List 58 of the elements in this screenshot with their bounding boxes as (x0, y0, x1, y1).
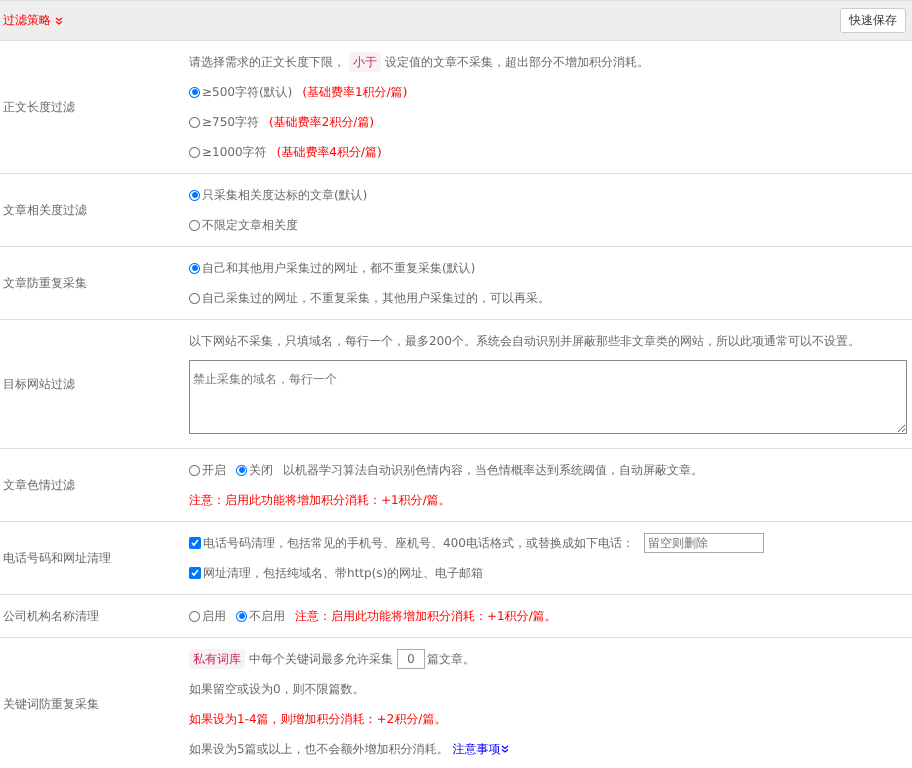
radio-icon[interactable] (189, 146, 200, 158)
description-text: 如果设为5篇或以上，也不会额外增加积分消耗。 (189, 741, 449, 758)
checkbox-option[interactable]: 网址清理，包括纯域名、带http(s)的网址、电子邮箱 (189, 558, 484, 588)
checkbox-icon[interactable] (189, 567, 201, 579)
row-label: 关键词防重复采集 (3, 696, 99, 712)
row-label: 文章色情过滤 (3, 476, 75, 494)
row-label: 正文长度过滤 (3, 98, 75, 116)
notes-link[interactable]: 注意事项 (452, 734, 509, 764)
phone-input-field[interactable]: 留空则删除 (644, 533, 764, 553)
double-chevron-icon (500, 745, 509, 753)
radio-icon[interactable] (189, 190, 200, 200)
radio-option[interactable]: 不启用 (236, 601, 285, 631)
note-text: 注意：启用此功能将增加积分消耗：+1积分/篇。 (295, 608, 557, 625)
radio-icon[interactable] (189, 262, 200, 274)
description-text: 篇文章。 (427, 651, 475, 668)
note-text: (基础费率2积分/篇) (268, 114, 374, 131)
radio-icon[interactable] (236, 464, 247, 476)
radio-icon[interactable] (189, 220, 200, 230)
radio-icon[interactable] (189, 116, 200, 128)
checkbox-icon[interactable] (189, 537, 201, 549)
radio-option[interactable]: 关闭 (236, 455, 273, 485)
radio-icon[interactable] (189, 292, 200, 304)
highlight-tag: 私有词库 (189, 649, 245, 669)
radio-icon[interactable] (189, 610, 200, 622)
quick-save-button[interactable]: 快速保存 (840, 8, 906, 33)
note-text: (基础费率1积分/篇) (302, 84, 408, 101)
description-text: 设定值的文章不采集，超出部分不增加积分消耗。 (385, 54, 649, 71)
radio-option[interactable]: ≥500字符(默认) (189, 77, 292, 107)
row-label: 目标网站过滤 (3, 376, 75, 392)
description-text: 以下网站不采集，只填域名，每行一个，最多200个。系统会自动识别并屏蔽那些非文章类的网站，所以此项通常可以不设置。 (189, 333, 860, 350)
radio-option[interactable]: 自己采集过的网址，不重复采集，其他用户采集过的，可以再采。 (189, 283, 550, 313)
radio-icon[interactable] (189, 86, 200, 98)
highlight-tag: 小于 (349, 52, 381, 72)
radio-option[interactable]: 不限定文章相关度 (189, 210, 298, 240)
description-text: 以机器学习算法自动识别色情内容，当色情概率达到系统阈值，自动屏蔽文章。 (283, 462, 703, 479)
radio-icon[interactable] (189, 464, 200, 476)
radio-option[interactable]: 开启 (189, 455, 226, 485)
double-chevron-icon (55, 16, 63, 24)
row-label: 文章相关度过滤 (3, 202, 87, 218)
note-text: 注意：启用此功能将增加积分消耗：+1积分/篇。 (189, 492, 451, 509)
radio-option[interactable]: 自己和其他用户采集过的网址，都不重复采集(默认) (189, 253, 476, 283)
domain-textarea[interactable]: 禁止采集的域名，每行一个 (189, 360, 907, 434)
note-text: (基础费率4积分/篇) (276, 144, 382, 161)
radio-option[interactable]: ≥750字符 (189, 107, 259, 137)
description-text: 中每个关键词最多允许采集 (249, 651, 393, 668)
description-text: 如果留空或设为0，则不限篇数。 (189, 681, 365, 698)
checkbox-option[interactable]: 电话号码清理，包括常见的手机号、座机号、400电话格式，或替换成如下电话： (189, 528, 634, 558)
row-label: 公司机构名称清理 (3, 608, 99, 624)
count-input-field[interactable]: 0 (397, 649, 425, 669)
row-label: 电话号码和网址清理 (3, 550, 111, 566)
row-label: 文章防重复采集 (3, 274, 87, 292)
radio-option[interactable]: ≥1000字符 (189, 137, 267, 167)
radio-option[interactable]: 只采集相关度达标的文章(默认) (189, 180, 368, 210)
note-text: 如果设为1-4篇，则增加积分消耗：+2积分/篇。 (189, 711, 446, 728)
radio-option[interactable]: 启用 (189, 601, 226, 631)
radio-icon[interactable] (236, 610, 247, 622)
description-text: 请选择需求的正文长度下限， (189, 54, 345, 71)
section-title[interactable]: 过滤策略 (3, 12, 63, 29)
